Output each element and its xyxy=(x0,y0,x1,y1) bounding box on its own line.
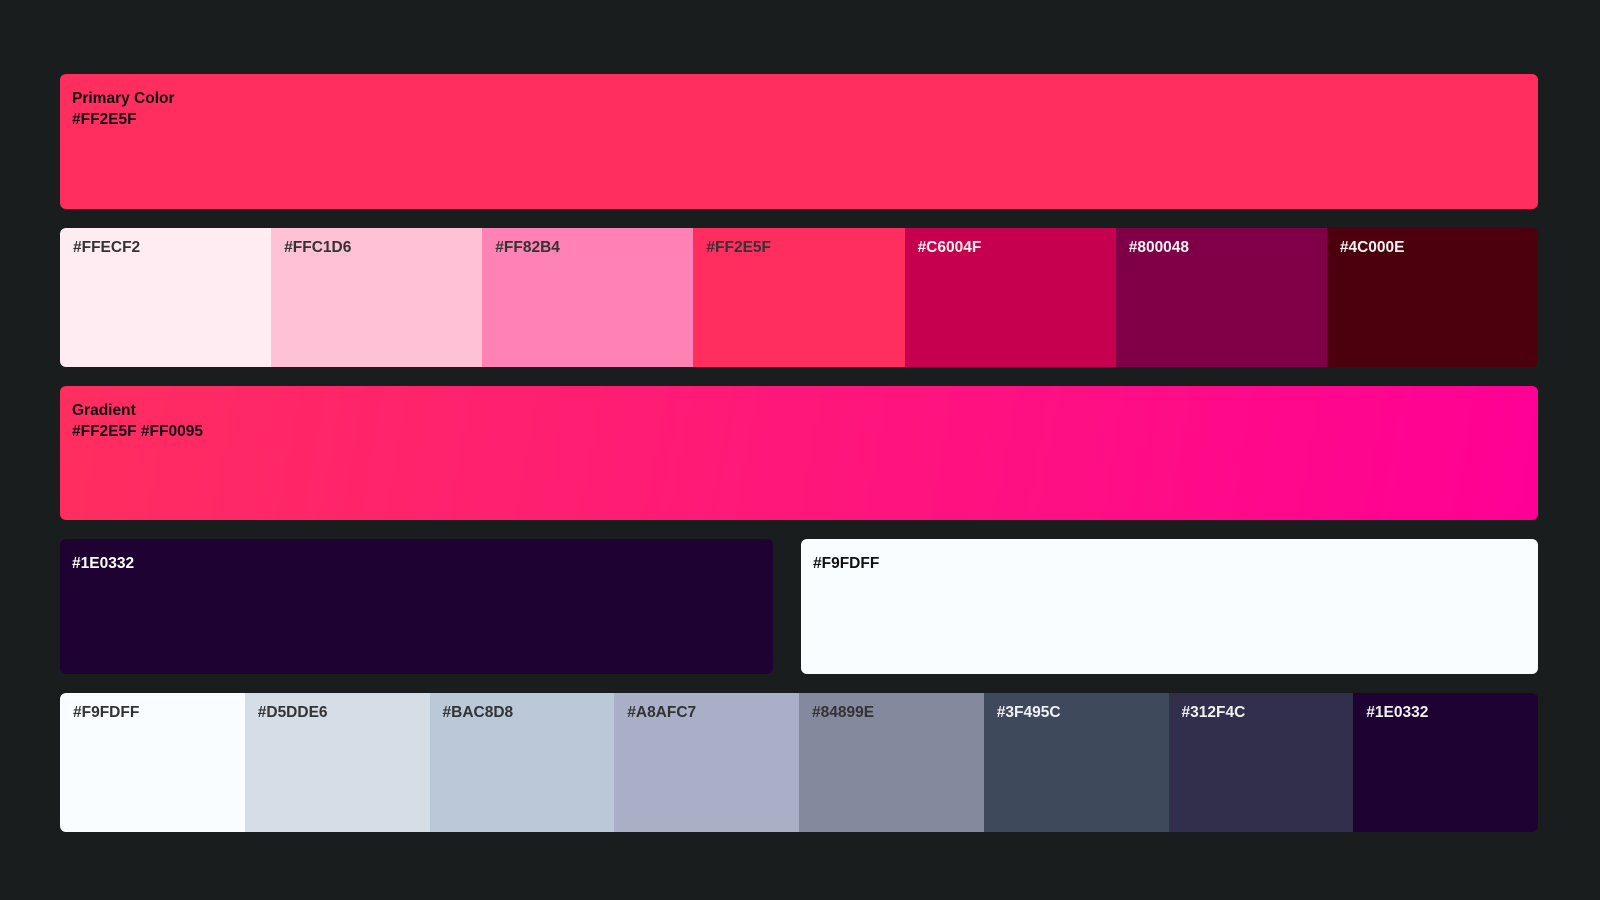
pink-scale-swatch-hex: #4C000E xyxy=(1339,239,1405,256)
pink-scale-row: #FFECF2 #FFC1D6 #FF82B4 #FF2E5F #C6004F #8000… xyxy=(60,228,1538,367)
neutral-scale-swatch-hex: #84899E xyxy=(812,704,875,721)
neutral-scale-swatch-hex: #D5DDE6 xyxy=(257,704,328,721)
pink-scale-swatch: #FFC1D6 xyxy=(271,228,483,367)
neutral-scale-row: #F9FDFF #D5DDE6 #BAC8D8 #A8AFC7 #84899E #3F49… xyxy=(60,693,1538,832)
neutral-scale-swatch-hex: #A8AFC7 xyxy=(627,704,697,721)
pink-scale-swatch: #FFECF2 xyxy=(60,228,272,367)
pink-scale-swatch-hex: #C6004F xyxy=(917,239,982,256)
pink-scale-swatch-hex: #FFECF2 xyxy=(73,239,141,256)
neutral-scale-swatch: #D5DDE6 xyxy=(244,693,430,832)
pink-scale-swatch-hex: #FFC1D6 xyxy=(284,239,352,256)
gradient-card: Gradient #FF2E5F #FF0095 xyxy=(60,386,1538,520)
pink-scale-swatch: #FF2E5F xyxy=(693,228,905,367)
neutral-scale-swatch: #1E0332 xyxy=(1353,693,1538,832)
primary-color-label: Primary Color #FF2E5F xyxy=(72,88,175,130)
neutral-scale-swatch: #A8AFC7 xyxy=(614,693,799,832)
pink-scale-swatch: #800048 xyxy=(1115,228,1327,367)
neutral-scale-swatch: #3F495C xyxy=(983,693,1169,832)
pink-scale-swatch-hex: #FF82B4 xyxy=(495,239,560,256)
neutral-scale-swatch-hex: #312F4C xyxy=(1181,704,1246,721)
neutral-scale-swatch-hex: #3F495C xyxy=(996,704,1061,721)
neutral-scale-swatch: #312F4C xyxy=(1168,693,1354,832)
primary-color-card: Primary Color #FF2E5F xyxy=(60,74,1538,209)
pink-scale-swatch: #4C000E xyxy=(1326,228,1538,367)
neutral-scale-swatch: #F9FDFF xyxy=(60,693,245,832)
neutral-scale-swatch: #BAC8D8 xyxy=(429,693,615,832)
pink-scale-swatch: #FF82B4 xyxy=(482,228,694,367)
pink-scale-swatch-hex: #800048 xyxy=(1128,239,1190,256)
neutral-scale-swatch-hex: #F9FDFF xyxy=(73,704,140,721)
dark-color-card: #1E0332 xyxy=(60,539,773,674)
gradient-title: Gradient xyxy=(72,402,136,419)
pink-scale-swatch: #C6004F xyxy=(904,228,1116,367)
light-color-card: #F9FDFF xyxy=(801,539,1538,674)
gradient-label: Gradient #FF2E5F #FF0095 xyxy=(72,400,203,442)
light-color-hex: #F9FDFF xyxy=(813,555,880,572)
primary-color-title: Primary Color xyxy=(72,90,175,107)
neutral-scale-swatch-hex: #1E0332 xyxy=(1366,704,1429,721)
pink-scale-swatch-hex: #FF2E5F xyxy=(706,239,772,256)
gradient-hex: #FF2E5F #FF0095 xyxy=(72,423,203,440)
neutral-scale-swatch: #84899E xyxy=(799,693,984,832)
neutral-scale-swatch-hex: #BAC8D8 xyxy=(442,704,514,721)
dark-color-hex: #1E0332 xyxy=(72,555,135,572)
primary-color-hex: #FF2E5F xyxy=(72,111,137,128)
